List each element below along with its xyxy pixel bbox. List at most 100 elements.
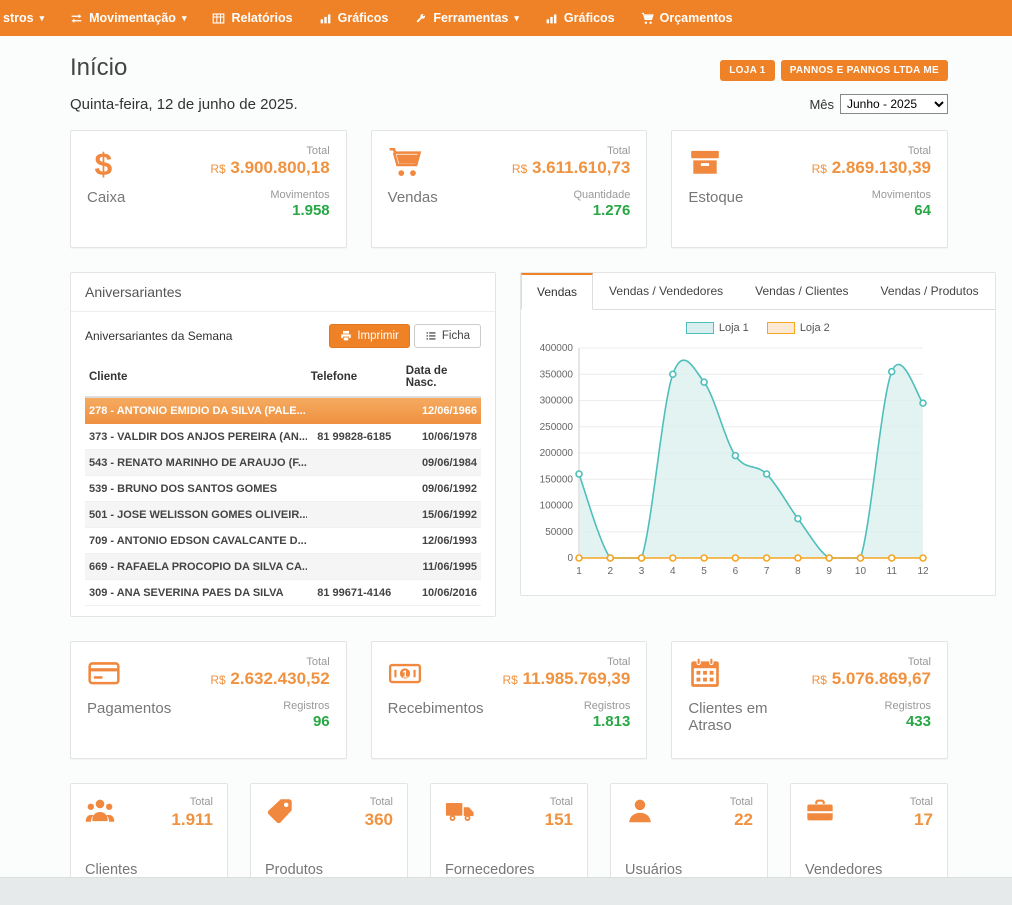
month-dropdown[interactable]: Junho - 2025 [840, 94, 948, 114]
nav-item-orcamentos[interactable]: Orçamentos [628, 0, 746, 36]
stat-card-recebimentos: 1RecebimentosTotalR$ 11.985.769,39Regist… [371, 641, 648, 759]
user-icon [625, 796, 655, 830]
total-label: Total [908, 145, 931, 157]
count-label: Movimentos [270, 189, 329, 201]
total-label: Total [370, 796, 393, 808]
phone-cell [307, 554, 402, 580]
birthdays-table: ClienteTelefoneData de Nasc. 278 - ANTON… [85, 358, 481, 606]
svg-text:250000: 250000 [540, 422, 574, 433]
sales-line-chart: 0500001000001500002000002500003000003500… [533, 340, 935, 582]
total-label: Total [550, 796, 573, 808]
currency-prefix: R$ [812, 673, 827, 687]
company-badge[interactable]: PANNOS E PANNOS LTDA ME [781, 60, 948, 81]
stat-cards-top-row: $CaixaTotalR$ 3.900.800,18Movimentos1.95… [70, 130, 948, 248]
svg-text:0: 0 [567, 553, 573, 564]
tab-vendas-vendedores[interactable]: Vendas / Vendedores [593, 273, 739, 310]
column-header: Cliente [85, 358, 307, 397]
nav-item-label: Orçamentos [660, 11, 733, 25]
svg-text:12: 12 [917, 566, 929, 577]
phone-cell: 81 99828-6185 [307, 424, 402, 450]
archive-icon [688, 145, 743, 179]
svg-text:4: 4 [670, 566, 676, 577]
sales-chart-panel: VendasVendas / VendedoresVendas / Client… [520, 272, 996, 596]
chevron-down-icon: ▾ [182, 13, 187, 24]
birthday-row[interactable]: 309 - ANA SEVERINA PAES DA SILVA81 99671… [85, 580, 481, 606]
svg-text:100000: 100000 [540, 501, 574, 512]
bar-chart-icon [545, 12, 558, 25]
total-label: Total [910, 796, 933, 808]
stat-card-label: Pagamentos [87, 700, 171, 717]
svg-text:2: 2 [607, 566, 613, 577]
total-label: Total [306, 656, 329, 668]
birthday-row[interactable]: 669 - RAFAELA PROCOPIO DA SILVA CA...11/… [85, 554, 481, 580]
birthday-row[interactable]: 539 - BRUNO DOS SANTOS GOMES09/06/1992 [85, 476, 481, 502]
nav-item-ferramentas[interactable]: Ferramentas▾ [401, 0, 532, 36]
amount: 5.076.869,67 [832, 669, 931, 688]
count-value: 1.958 [292, 202, 330, 219]
birthdays-actions: Imprimir Ficha [329, 324, 481, 348]
nav-item-relatorios[interactable]: Relatórios [199, 0, 305, 36]
legend-label: Loja 1 [719, 322, 749, 334]
tab-vendas[interactable]: Vendas [521, 273, 593, 310]
birthday-row[interactable]: 373 - VALDIR DOS ANJOS PEREIRA (AN...81 … [85, 424, 481, 450]
summary-value: 360 [365, 810, 393, 830]
birthday-row[interactable]: 543 - RENATO MARINHO DE ARAUJO (F... 09/0… [85, 450, 481, 476]
phone-cell [307, 502, 402, 528]
summary-card-fornecedores: Total151Fornecedores [430, 783, 588, 891]
birthdate-cell: 10/06/1978 [402, 424, 481, 450]
client-cell: 669 - RAFAELA PROCOPIO DA SILVA CA... [85, 554, 307, 580]
print-button[interactable]: Imprimir [329, 324, 410, 348]
stat-card-label: Clientes em Atraso [688, 700, 811, 734]
birthday-row[interactable]: 709 - ANTONIO EDSON CAVALCANTE D...12/06… [85, 528, 481, 554]
svg-text:300000: 300000 [540, 396, 574, 407]
client-cell: 539 - BRUNO DOS SANTOS GOMES [85, 476, 307, 502]
birthday-row[interactable]: 278 - ANTONIO EMIDIO DA SILVA (PALE...12… [85, 397, 481, 424]
legend-item-loja-1[interactable]: Loja 1 [686, 322, 749, 334]
stat-card-clientes-atraso: Clientes em AtrasoTotalR$ 5.076.869,67Re… [671, 641, 948, 759]
tag-icon [265, 796, 295, 830]
birthdate-cell: 09/06/1984 [402, 450, 481, 476]
stat-cards-mid-row: PagamentosTotalR$ 2.632.430,52Registros9… [70, 641, 948, 759]
birthdays-panel: Aniversariantes Aniversariantes da Seman… [70, 272, 496, 617]
currency-prefix: R$ [210, 673, 225, 687]
store-badge[interactable]: LOJA 1 [720, 60, 774, 81]
phone-cell [307, 528, 402, 554]
list-icon [425, 330, 437, 342]
birthdate-cell: 10/06/2016 [402, 580, 481, 606]
main-content: Início LOJA 1 PANNOS E PANNOS LTDA ME Qu… [0, 36, 1012, 905]
printer-icon [340, 330, 352, 342]
birthday-row[interactable]: 501 - JOSE WELISSON GOMES OLIVEIR...15/0… [85, 502, 481, 528]
birthdate-cell: 12/06/1966 [402, 397, 481, 424]
nav-item-label: Relatórios [231, 11, 292, 25]
chart-tabs: VendasVendas / VendedoresVendas / Client… [521, 273, 995, 310]
tab-vendas-clientes[interactable]: Vendas / Clientes [739, 273, 864, 310]
column-header: Telefone [307, 358, 402, 397]
legend-label: Loja 2 [800, 322, 830, 334]
money-icon: 1 [388, 656, 484, 690]
tab-vendas-produtos[interactable]: Vendas / Produtos [865, 273, 995, 310]
svg-text:8: 8 [795, 566, 801, 577]
client-cell: 543 - RENATO MARINHO DE ARAUJO (F... [85, 450, 307, 476]
stat-card-vendas: VendasTotalR$ 3.611.610,73Quantidade1.27… [371, 130, 648, 248]
nav-item-graficos-1[interactable]: Gráficos [306, 0, 402, 36]
nav-item-label: Gráficos [338, 11, 389, 25]
summary-card-usuarios: Total22Usuários [610, 783, 768, 891]
nav-item-label: stros [3, 11, 34, 25]
count-value: 433 [906, 713, 931, 730]
count-value: 64 [914, 202, 931, 219]
amount: 11.985.769,39 [523, 669, 631, 688]
total-value: R$ 2.869.130,39 [812, 158, 931, 178]
nav-item-movimentacao[interactable]: Movimentação▾ [57, 0, 199, 36]
count-value: 1.813 [593, 713, 631, 730]
ficha-button[interactable]: Ficha [414, 324, 481, 348]
nav-item-graficos-2[interactable]: Gráficos [532, 0, 628, 36]
cart-icon [388, 145, 438, 179]
stat-card-label: Recebimentos [388, 700, 484, 717]
nav-item-cadastros[interactable]: stros▾ [0, 0, 57, 36]
svg-text:$: $ [94, 146, 112, 179]
svg-text:150000: 150000 [540, 474, 574, 485]
summary-label: Clientes [85, 862, 213, 878]
legend-item-loja-2[interactable]: Loja 2 [767, 322, 830, 334]
stat-card-label: Vendas [388, 189, 438, 206]
table-icon [212, 12, 225, 25]
